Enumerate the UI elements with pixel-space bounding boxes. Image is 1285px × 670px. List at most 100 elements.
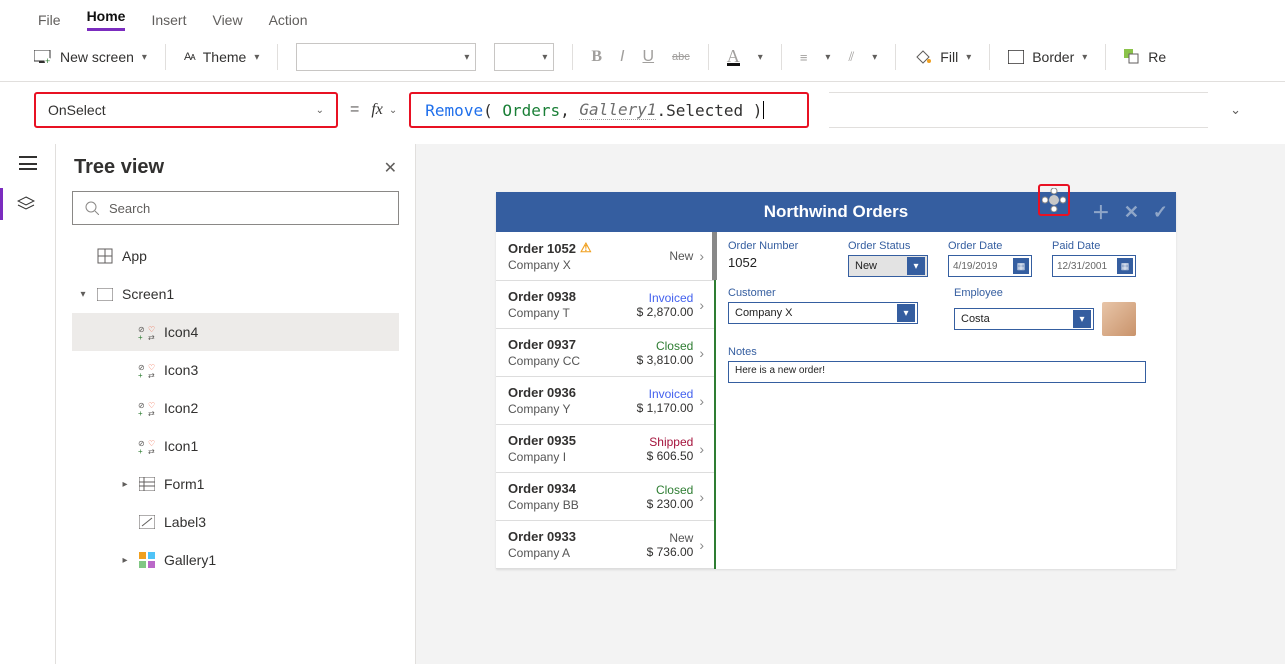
- chevron-down-icon: ▾: [897, 304, 915, 322]
- node-icon: [138, 551, 156, 569]
- gallery-row[interactable]: Order 1052⚠ Company X New ›: [496, 232, 714, 281]
- svg-text:+: +: [45, 56, 50, 64]
- orders-gallery[interactable]: Order 1052⚠ Company X New › Order 0938 C…: [496, 232, 716, 569]
- tree-label: Icon2: [164, 400, 198, 416]
- gallery-row[interactable]: Order 0935 Company I Shipped $ 606.50 ›: [496, 425, 714, 473]
- tree-node-screen1[interactable]: ▾ Screen1: [72, 275, 399, 313]
- menu-view[interactable]: View: [212, 12, 242, 28]
- tree-node-icon1[interactable]: ⊘♡+⇄ Icon1: [72, 427, 399, 465]
- tree-node-form1[interactable]: ▸ Form1: [72, 465, 399, 503]
- chevron-right-icon: ›: [699, 489, 704, 505]
- border-button[interactable]: Border ▾: [1008, 49, 1087, 65]
- notes-input[interactable]: Here is a new order!: [728, 361, 1146, 383]
- formula-input[interactable]: Remove( Orders, Gallery1 .Selected ): [409, 92, 809, 128]
- gallery-row[interactable]: Order 0934 Company BB Closed $ 230.00 ›: [496, 473, 714, 521]
- gallery-row[interactable]: Order 0936 Company Y Invoiced $ 1,170.00…: [496, 377, 714, 425]
- formula-bar: OnSelect ⌄ = fx ⌄ Remove( Orders, Galler…: [0, 82, 1285, 144]
- align-button[interactable]: ≡: [800, 50, 808, 65]
- calendar-icon: ▦: [1117, 258, 1133, 274]
- menu-home[interactable]: Home: [87, 8, 126, 31]
- customer-select[interactable]: Company X▾: [728, 302, 918, 324]
- bold-button[interactable]: B: [591, 48, 602, 66]
- chevron-right-icon: ›: [699, 345, 704, 361]
- new-screen-button[interactable]: + New screen ▾: [34, 49, 147, 65]
- order-date-value: 4/19/2019: [953, 261, 998, 272]
- reorder-button[interactable]: Re: [1124, 49, 1166, 65]
- tree-node-icon2[interactable]: ⊘♡+⇄ Icon2: [72, 389, 399, 427]
- svg-text:⇄: ⇄: [148, 409, 155, 416]
- italic-button[interactable]: I: [620, 48, 624, 66]
- order-company: Company A: [508, 546, 647, 560]
- tree-node-icon3[interactable]: ⊘♡+⇄ Icon3: [72, 351, 399, 389]
- property-selector[interactable]: OnSelect ⌄: [34, 92, 338, 128]
- node-icon: ⊘♡+⇄: [138, 323, 156, 341]
- formula-bar-tail: [829, 92, 1208, 128]
- order-company: Company X: [508, 258, 669, 272]
- svg-text:⇄: ⇄: [148, 333, 155, 340]
- formula-arg1: Orders: [502, 101, 560, 120]
- check-icon[interactable]: ✓: [1153, 202, 1168, 223]
- chevron-right-icon: ›: [699, 297, 704, 313]
- notes-label: Notes: [728, 346, 1164, 358]
- border-label: Border: [1032, 49, 1074, 65]
- order-company: Company BB: [508, 498, 647, 512]
- expand-formula-icon[interactable]: ⌄: [1220, 102, 1251, 118]
- order-status-select[interactable]: New▾: [848, 255, 928, 277]
- fx-button[interactable]: fx ⌄: [371, 101, 397, 119]
- tree-label: Icon1: [164, 438, 198, 454]
- close-icon[interactable]: ✕: [384, 158, 397, 178]
- paid-date-input[interactable]: 12/31/2001▦: [1052, 255, 1136, 277]
- node-icon: ⊘♡+⇄: [138, 361, 156, 379]
- menu-file[interactable]: File: [38, 12, 61, 28]
- tree-node-icon4[interactable]: ⊘♡+⇄ Icon4: [72, 313, 399, 351]
- canvas[interactable]: Northwind Orders ＋ ✕ ✓ Order 1052⚠ Compa…: [416, 144, 1285, 664]
- scrollbar-thumb[interactable]: [712, 232, 717, 280]
- new-screen-label: New screen: [60, 49, 134, 65]
- font-color-button[interactable]: A: [727, 49, 740, 66]
- search-input[interactable]: Search: [72, 191, 399, 225]
- menu-action[interactable]: Action: [269, 12, 308, 28]
- order-date-input[interactable]: 4/19/2019▦: [948, 255, 1032, 277]
- order-amount: $ 1,170.00: [637, 401, 694, 415]
- svg-text:⇄: ⇄: [148, 447, 155, 454]
- reorder-label: Re: [1148, 49, 1166, 65]
- order-status: Invoiced: [637, 291, 694, 305]
- gallery-row[interactable]: Order 0937 Company CC Closed $ 3,810.00 …: [496, 329, 714, 377]
- order-status-label: Order Status: [848, 240, 928, 252]
- tree-label: App: [122, 248, 147, 264]
- formula-gal: Gallery1: [579, 100, 656, 120]
- employee-select[interactable]: Costa▾: [954, 308, 1094, 330]
- fill-button[interactable]: Fill ▾: [914, 49, 971, 65]
- employee-label: Employee: [954, 287, 1136, 299]
- hamburger-icon[interactable]: [19, 156, 37, 170]
- svg-text:+: +: [138, 371, 143, 378]
- chevron-right-icon: ›: [699, 393, 704, 409]
- fill-label: Fill: [940, 49, 958, 65]
- font-size-select[interactable]: ▾: [494, 43, 554, 71]
- tree-node-app[interactable]: App: [72, 237, 399, 275]
- gallery-row[interactable]: Order 0938 Company T Invoiced $ 2,870.00…: [496, 281, 714, 329]
- chevron-down-icon: ▾: [464, 52, 469, 63]
- order-form: Order Number 1052 Order Status New▾ Orde…: [716, 232, 1176, 569]
- font-family-select[interactable]: ▾: [296, 43, 476, 71]
- theme-button[interactable]: Aᴀ Theme ▾: [184, 49, 259, 65]
- svg-text:+: +: [138, 409, 143, 416]
- order-amount: $ 606.50: [647, 449, 694, 463]
- strike-button[interactable]: abc: [672, 51, 690, 63]
- chevron-right-icon: ›: [699, 441, 704, 457]
- customer-label: Customer: [728, 287, 918, 299]
- underline-button[interactable]: U: [642, 48, 654, 66]
- tree-node-gallery1[interactable]: ▸ Gallery1: [72, 541, 399, 579]
- selected-control-handles[interactable]: [1038, 184, 1070, 216]
- chevron-down-icon: ▾: [254, 52, 259, 63]
- add-icon[interactable]: ＋: [1092, 199, 1110, 225]
- tree-view-tab[interactable]: [0, 188, 55, 220]
- valign-button[interactable]: ⫽: [848, 49, 854, 65]
- gallery-row[interactable]: Order 0933 Company A New $ 736.00 ›: [496, 521, 714, 569]
- chevron-down-icon: ▾: [542, 52, 547, 63]
- close-icon[interactable]: ✕: [1124, 202, 1139, 223]
- search-placeholder: Search: [109, 201, 150, 216]
- main-area: Tree view ✕ Search App ▾ Screen1 ⊘♡+⇄ Ic…: [0, 144, 1285, 664]
- tree-node-label3[interactable]: Label3: [72, 503, 399, 541]
- menu-insert[interactable]: Insert: [151, 12, 186, 28]
